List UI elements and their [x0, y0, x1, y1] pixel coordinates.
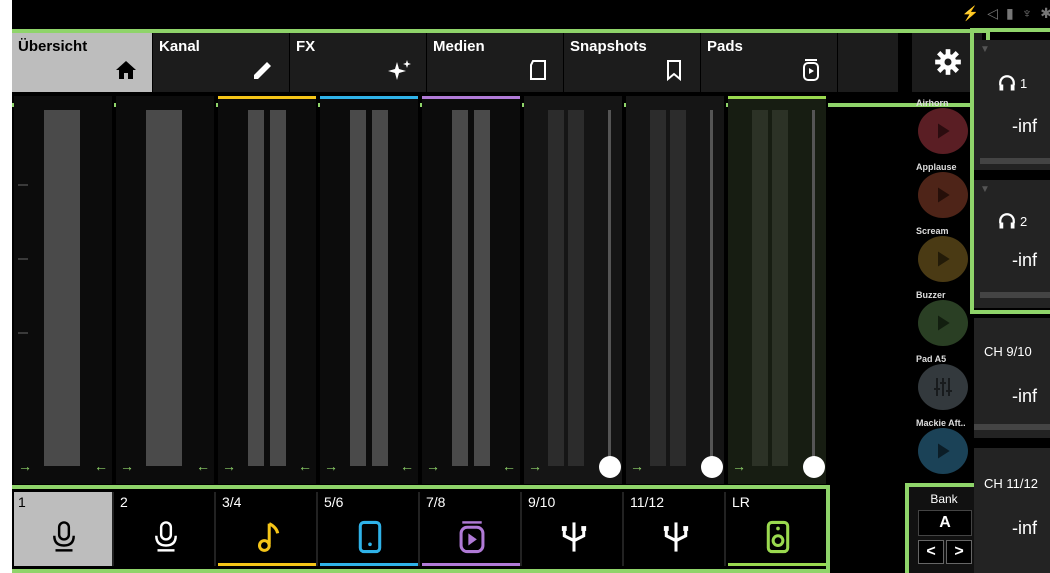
pad-scream[interactable]: [918, 236, 968, 282]
in-arrow-icon: →: [222, 458, 236, 474]
usb-status-icon: ♆: [1021, 5, 1033, 21]
channel-panel-9-10[interactable]: CH 9/10 -inf: [974, 318, 1050, 438]
meter-tick: [18, 184, 28, 186]
play-icon: [938, 251, 950, 267]
channel-selector-highlight: [12, 485, 830, 573]
channel-strip-7-8[interactable]: → ←: [422, 96, 522, 484]
pad-label: Applause: [916, 162, 957, 172]
channel-color-bar: [320, 96, 418, 99]
play-icon: [938, 315, 950, 331]
fader-track-left[interactable]: [452, 110, 468, 466]
channel-color-bar: [422, 96, 520, 99]
pan-knob[interactable]: [701, 456, 723, 478]
in-arrow-icon: →: [630, 458, 644, 474]
channel-panel-name: CH 9/10: [984, 344, 1032, 359]
pad-a5[interactable]: [918, 364, 968, 410]
channel-strip-3-4[interactable]: → ←: [218, 96, 318, 484]
bank-highlight: [905, 483, 985, 573]
aux-panel-highlight: [970, 28, 1050, 314]
channel-strip-11-12[interactable]: →: [626, 96, 726, 484]
channel-strip-5-6[interactable]: → ←: [320, 96, 420, 484]
channel-color-bar: [728, 96, 826, 99]
mute-icon: ◁: [987, 4, 999, 21]
fader-track-right[interactable]: [772, 110, 788, 466]
fader-track-left[interactable]: [248, 110, 264, 466]
pad-airhorn[interactable]: [918, 108, 968, 154]
fader-track-right[interactable]: [474, 110, 490, 466]
pad-mackie[interactable]: [918, 428, 968, 474]
play-icon: [938, 443, 950, 459]
pan-track[interactable]: [608, 110, 611, 466]
pad-label: Airhorn: [916, 98, 949, 108]
channel-color-bar: [218, 96, 316, 99]
pad-label: Buzzer: [916, 290, 946, 300]
channel-panel-name: CH 11/12: [984, 476, 1038, 491]
in-arrow-icon: →: [324, 458, 338, 474]
status-bar: ⚡ ◁ ▮ ♆ ✱: [812, 0, 1050, 26]
out-arrow-icon: ←: [298, 458, 312, 474]
pad-label: Scream: [916, 226, 949, 236]
out-arrow-icon: ←: [400, 458, 414, 474]
out-arrow-icon: ←: [94, 458, 108, 474]
channel-panel-level: -inf: [1012, 386, 1038, 406]
pan-track[interactable]: [710, 110, 713, 466]
play-icon: [938, 123, 950, 139]
channel-panel-level: -inf: [1012, 518, 1038, 538]
fader-track-left[interactable]: [350, 110, 366, 466]
network-icon: ⚡: [961, 4, 980, 21]
fader-track[interactable]: [146, 110, 182, 466]
channel-strip-9-10[interactable]: →: [524, 96, 624, 484]
fader-track[interactable]: [44, 110, 80, 466]
pad-applause[interactable]: [918, 172, 968, 218]
fader-track-right[interactable]: [568, 110, 584, 466]
in-arrow-icon: →: [732, 458, 746, 474]
pan-knob[interactable]: [599, 456, 621, 478]
in-arrow-icon: →: [528, 458, 542, 474]
pan-knob[interactable]: [803, 456, 825, 478]
channel-strip-2[interactable]: → ←: [116, 96, 216, 484]
out-arrow-icon: ←: [502, 458, 516, 474]
in-arrow-icon: →: [426, 458, 440, 474]
fader-track-left[interactable]: [548, 110, 564, 466]
fader-track-left[interactable]: [752, 110, 768, 466]
meter-tick: [18, 258, 28, 260]
pan-track[interactable]: [812, 110, 815, 466]
fader-track-right[interactable]: [372, 110, 388, 466]
channel-panel-meter: [974, 424, 1050, 430]
meter-tick: [18, 332, 28, 334]
signal-icon: ▮: [1006, 4, 1014, 21]
fader-track-left[interactable]: [650, 110, 666, 466]
channel-strip-lr[interactable]: →: [728, 96, 828, 484]
play-icon: [938, 187, 950, 203]
in-arrow-icon: →: [120, 458, 134, 474]
fader-track-right[interactable]: [670, 110, 686, 466]
pad-label: Mackie Aft..: [916, 418, 966, 428]
pad-buzzer[interactable]: [918, 300, 968, 346]
bluetooth-icon: ✱: [1040, 4, 1050, 21]
channel-strip-1[interactable]: → ←: [14, 96, 114, 484]
in-arrow-icon: →: [18, 458, 32, 474]
out-arrow-icon: ←: [196, 458, 210, 474]
mixer-icon: [934, 378, 952, 396]
channel-panel-11-12[interactable]: CH 11/12 -inf: [974, 448, 1050, 573]
mixer-app: ⚡ ◁ ▮ ♆ ✱ Übersicht Kanal FX Medien Snap…: [12, 0, 1050, 573]
pad-label: Pad A5: [916, 354, 947, 364]
fader-track-right[interactable]: [270, 110, 286, 466]
